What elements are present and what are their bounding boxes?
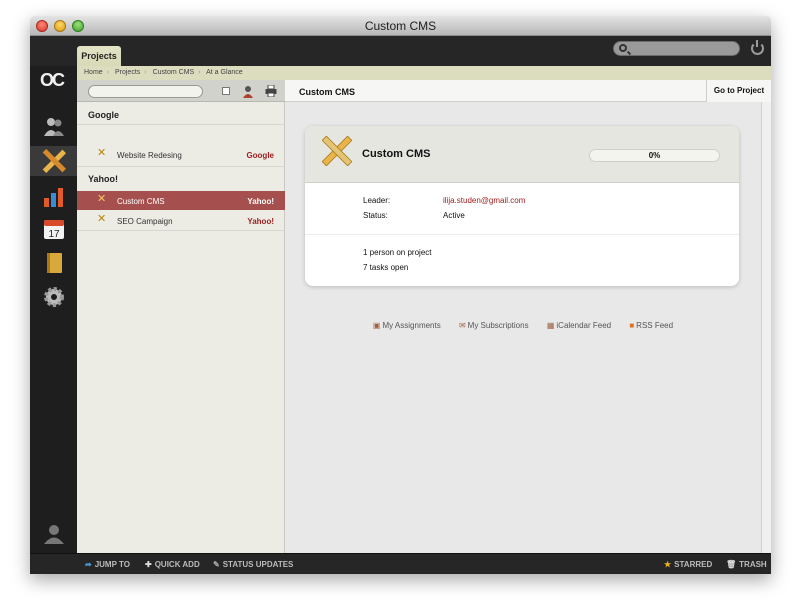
tasks-count: 7 tasks open [363,263,409,272]
window-title: Custom CMS [364,19,437,33]
printer-icon [265,84,277,98]
projects-icon [321,135,353,173]
projects-icon [42,149,66,173]
project-search-input[interactable] [88,85,203,98]
rss-icon: ■ [629,321,635,330]
feed-links: ▣ My Assignments ✉ My Subscriptions ▦ iCale… [285,321,761,330]
notebook-icon [46,253,62,273]
checkbox-icon [222,87,230,95]
project-summary-card: Custom CMS 0% Leader: ilija.studen@gmail… [305,126,739,286]
tab-projects[interactable]: Projects [77,46,121,66]
breadcrumb-projects[interactable]: Projects [115,69,140,76]
sidebar-item-projects[interactable] [30,146,77,176]
sidebar-item-notebooks[interactable] [30,248,77,278]
projects-icon: ✕ [97,213,107,225]
my-assignments-link[interactable]: ▣ My Assignments [373,321,441,330]
gear-icon [43,287,64,307]
rss-feed-link[interactable]: ■ RSS Feed [629,321,673,330]
project-name: Custom CMS [117,197,165,206]
subscriptions-icon: ✉ [458,321,466,330]
page-title: Custom CMS [299,87,355,97]
status-bar: ➦ JUMP TO ✚ QUICK ADD ✎ STATUS UPDATES ★ STA… [30,553,771,574]
card-title: Custom CMS [362,148,431,160]
project-name: SEO Campaign [117,217,173,226]
list-toolbar [77,80,285,102]
people-count: 1 person on project [363,248,432,257]
icalendar-feed-link[interactable]: ▦ iCalendar Feed [547,321,611,330]
main-header: Custom CMS Go to Project [285,80,771,102]
sidebar: OC 17 [30,66,77,553]
quick-add-button[interactable]: ✚ QUICK ADD [145,560,200,569]
project-list-pane: Google ✕ Website Redesing Google Yahoo! … [77,80,285,553]
status-value: Active [443,211,465,220]
sidebar-user[interactable] [30,519,77,549]
trash-icon: 🗑 [726,560,737,569]
progress-text: 0% [648,151,661,160]
sidebar-item-reports[interactable] [30,182,77,212]
breadcrumb-home[interactable]: Home [84,69,103,76]
jump-arrow-icon: ➦ [85,560,92,569]
calendar-icon: 17 [43,220,64,240]
my-subscriptions-link[interactable]: ✉ My Subscriptions [459,321,529,330]
group-header-google: Google [88,110,119,120]
go-to-project-button[interactable]: Go to Project [706,80,771,102]
card-header: Custom CMS 0% [305,126,739,183]
projects-icon: ✕ [97,193,107,205]
title-bar: Custom CMS [30,16,771,36]
print-button[interactable] [263,83,279,99]
trash-button[interactable]: 🗑 TRASH [726,560,767,569]
app-logo[interactable]: OC [40,70,65,91]
breadcrumb-current: At a Glance [206,69,243,76]
breadcrumb-project[interactable]: Custom CMS [153,69,195,76]
person-filter-button[interactable] [240,83,256,99]
person-icon [243,86,253,98]
global-search-input[interactable] [613,41,740,56]
main-pane: Custom CMS Go to Project Custom CMS 0% L… [285,80,771,553]
reports-icon [43,188,63,207]
project-name: Website Redesing [117,151,182,160]
starred-button[interactable]: ★ STARRED [664,560,712,569]
breadcrumb: Home › Projects › Custom CMS › At a Glance [77,66,771,80]
top-bar: Projects [30,36,771,66]
power-icon[interactable] [751,40,764,55]
search-icon [619,44,627,52]
app-window: Custom CMS Projects Home › Projects › Cust… [30,16,771,574]
project-company: Yahoo! [247,217,274,226]
list-item[interactable]: ✕ Custom CMS Yahoo! [77,191,285,210]
leader-email-link[interactable]: ilija.studen@gmail.com [443,196,525,205]
group-header-yahoo: Yahoo! [88,174,119,184]
leader-label: Leader: [363,196,391,205]
svg-text:17: 17 [48,229,60,240]
jump-to-button[interactable]: ➦ JUMP TO [85,560,130,569]
list-item[interactable]: ✕ SEO Campaign Yahoo! [77,211,285,230]
plus-icon: ✚ [145,560,152,569]
people-icon [43,118,64,136]
project-company: Google [246,151,274,160]
user-icon [43,525,64,544]
progress-bar: 0% [589,149,720,162]
scrollbar[interactable] [761,102,771,553]
sidebar-item-calendar[interactable]: 17 [30,214,77,244]
star-icon: ★ [664,560,672,569]
checkbox-filter-button[interactable] [218,83,234,99]
calendar-icon: ▦ [546,321,555,330]
assignments-icon: ▣ [372,321,381,330]
list-item[interactable]: ✕ Website Redesing Google [77,145,285,164]
projects-icon: ✕ [97,147,107,159]
status-label: Status: [363,211,388,220]
chat-icon: ✎ [213,560,220,569]
project-company: Yahoo! [247,197,274,206]
sidebar-item-settings[interactable] [30,282,77,312]
sidebar-item-people[interactable] [30,112,77,142]
status-updates-button[interactable]: ✎ STATUS UPDATES [213,560,293,569]
